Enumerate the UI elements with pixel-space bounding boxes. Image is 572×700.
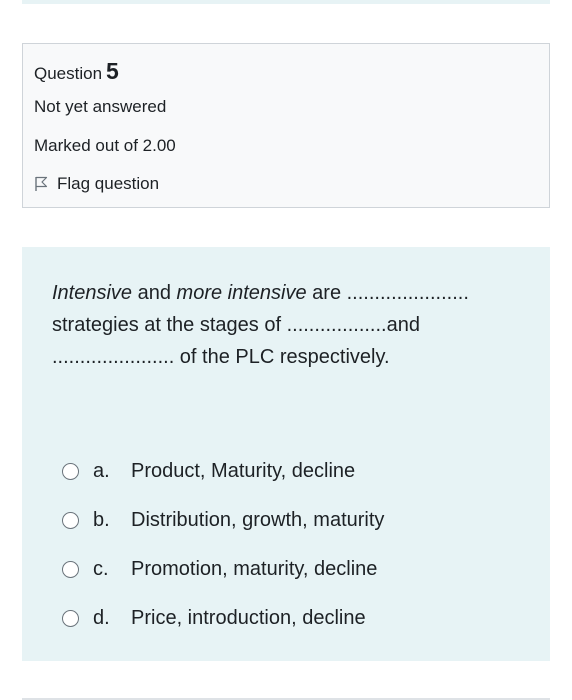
answer-b-letter: b. bbox=[93, 509, 110, 531]
answer-list: a. Product, Maturity, decline b. Distrib… bbox=[62, 447, 384, 643]
answer-option-a[interactable]: a. Product, Maturity, decline bbox=[62, 447, 384, 496]
question-grade: Marked out of 2.00 bbox=[34, 136, 176, 155]
answer-d-radio[interactable] bbox=[62, 610, 79, 627]
question-info-panel: Question 5 Not yet answered Marked out of… bbox=[22, 43, 550, 208]
answer-a-text[interactable]: Product, Maturity, decline bbox=[131, 460, 355, 483]
question-text-part-2: and bbox=[132, 282, 177, 304]
answer-d-letter: d. bbox=[93, 607, 110, 629]
answer-c-text[interactable]: Promotion, maturity, decline bbox=[131, 558, 377, 581]
answer-c-letter: c. bbox=[93, 558, 109, 580]
question-heading: Question 5 bbox=[34, 58, 119, 85]
answer-b-text[interactable]: Distribution, growth, maturity bbox=[131, 509, 384, 532]
answer-option-c[interactable]: c. Promotion, maturity, decline bbox=[62, 545, 384, 594]
flag-question-link[interactable]: Flag question bbox=[34, 174, 159, 194]
question-text-italic-2: more intensive bbox=[176, 282, 307, 304]
answer-b-radio[interactable] bbox=[62, 512, 79, 529]
answer-option-b[interactable]: b. Distribution, growth, maturity bbox=[62, 496, 384, 545]
question-content-panel: Intensive and more intensive are .......… bbox=[22, 247, 550, 661]
answer-c-radio[interactable] bbox=[62, 561, 79, 578]
answer-a-letter: a. bbox=[93, 460, 110, 482]
question-number: 5 bbox=[106, 58, 119, 84]
answer-a-radio[interactable] bbox=[62, 463, 79, 480]
question-text-italic-1: Intensive bbox=[52, 282, 133, 304]
question-state: Not yet answered bbox=[34, 97, 167, 116]
question-label: Question bbox=[34, 64, 103, 83]
answer-d-text[interactable]: Price, introduction, decline bbox=[131, 607, 366, 630]
question-text: Intensive and more intensive are .......… bbox=[52, 277, 522, 373]
answer-option-d[interactable]: d. Price, introduction, decline bbox=[62, 594, 384, 643]
flag-icon bbox=[35, 176, 48, 191]
flag-question-label: Flag question bbox=[57, 174, 160, 193]
previous-question-strip bbox=[22, 0, 550, 4]
